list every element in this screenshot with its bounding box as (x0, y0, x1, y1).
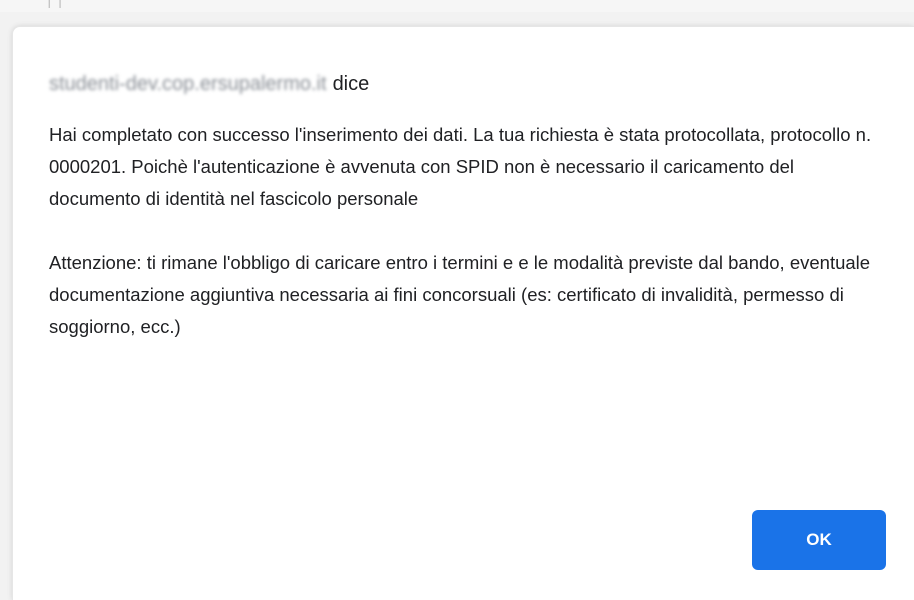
dialog-message-paragraph-1: Hai completato con successo l'inseriment… (49, 124, 877, 209)
dialog-origin-suffix: dice (332, 72, 370, 95)
dialog-title: studenti-dev.cop.ersupalermo.it dice (49, 71, 369, 97)
dialog-message: Hai completato con successo l'inseriment… (49, 119, 889, 343)
alert-dialog: studenti-dev.cop.ersupalermo.it dice Hai… (12, 26, 914, 600)
dialog-message-paragraph-2: Attenzione: ti rimane l'obbligo di caric… (49, 252, 876, 337)
ok-button[interactable]: OK (753, 511, 885, 569)
browser-background-fragment: | | (48, 0, 65, 8)
dialog-origin-host: studenti-dev.cop.ersupalermo.it (49, 72, 327, 95)
browser-background-strip: | | (0, 0, 914, 12)
